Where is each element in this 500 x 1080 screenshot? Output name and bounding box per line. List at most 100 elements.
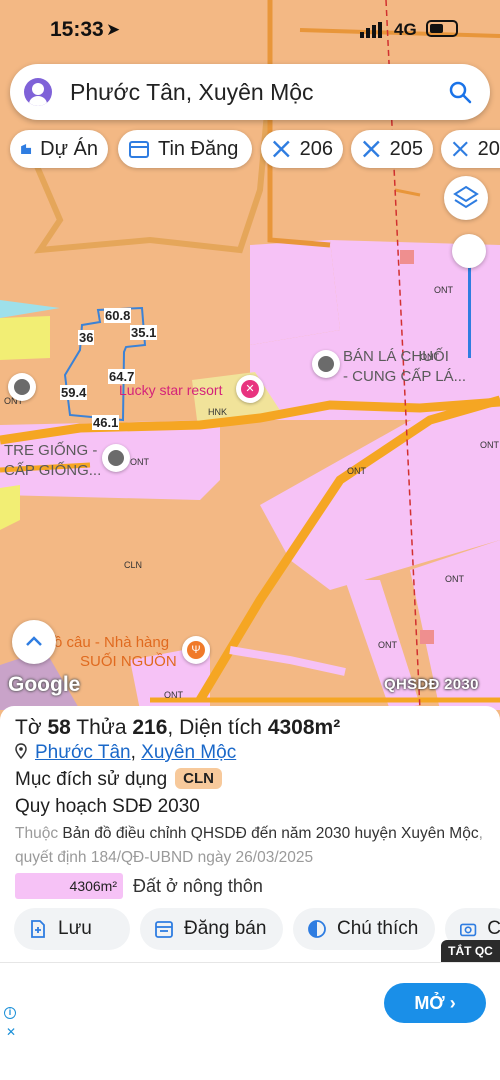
chip-label: Dự Án (40, 137, 98, 160)
signal-icon (360, 22, 382, 38)
calendar-icon (155, 921, 173, 938)
location-arrow-icon: ➤ (106, 20, 121, 39)
chip-206[interactable]: 206 (261, 130, 343, 168)
sheet-number: 58 (47, 716, 71, 739)
poi-label: - CUNG CẤP LÁ... (343, 368, 467, 385)
title-parcel-word: Thửa (76, 716, 127, 739)
filter-chips: Dự Án Tin Đăng 206 205 204 (10, 130, 500, 168)
poi-label: CẤP GIỐNG... (4, 462, 102, 479)
plan-description: Thuộc Bản đồ điều chỉnh QHSDĐ đến năm 20… (15, 822, 485, 870)
land-use-purpose: Mục đích sử dụng CLN (15, 768, 222, 791)
zone-label: ONT (434, 285, 453, 295)
parcel-dim: 60.8 (104, 308, 132, 323)
cocktail-icon: ✕ (241, 380, 259, 398)
camera-icon (460, 923, 477, 937)
action-label: Đăng bán (184, 918, 267, 939)
plan-layer-label: QHSDĐ 2030 (384, 676, 479, 693)
hide-ad-button[interactable]: TẮT QC (441, 940, 500, 962)
purpose-label: Mục đích sử dụng (15, 769, 168, 790)
parcel-location: Phước Tân, Xuyên Mộc (15, 742, 236, 764)
legend-row: 4306m² Đất ở nông thôn (15, 873, 263, 899)
ruler-icon (272, 140, 290, 158)
title-area-word: Diện tích (179, 716, 262, 739)
zone-residential (250, 240, 340, 345)
chip-tin-dang[interactable]: Tin Đăng (118, 130, 252, 168)
parcel-dim: 59.4 (60, 385, 88, 400)
action-label: C (487, 918, 500, 939)
restaurant-marker[interactable]: Ψ (182, 636, 210, 664)
parcel-dim: 46.1 (92, 415, 120, 430)
parcel-title: Tờ 58 Thửa 216, Diện tích 4308m² (15, 716, 341, 739)
plan-title: Quy hoạch SDĐ 2030 (15, 796, 200, 817)
network-type: 4G (394, 20, 417, 39)
building-icon (21, 144, 32, 154)
zone-yellow (0, 485, 20, 530)
zone-label: ONT (347, 466, 366, 476)
poi-label: SUỐI NGUỒN (80, 653, 177, 670)
search-bar[interactable]: Phước Tân, Xuyên Mộc (10, 64, 490, 120)
desc-document: Bản đồ điều chỉnh QHSDĐ đến năm 2030 huy… (62, 825, 479, 842)
chip-du-an[interactable]: Dự Án (10, 130, 108, 168)
search-input[interactable]: Phước Tân, Xuyên Mộc (70, 79, 314, 106)
zone-label: ONT (164, 690, 183, 700)
poi-label: ồ câu - Nhà hàng (54, 634, 170, 651)
parcel-number: 216 (132, 716, 168, 739)
ad-open-button[interactable]: MỞ › (384, 983, 486, 1023)
chip-204[interactable]: 204 (441, 130, 500, 168)
opacity-slider-handle[interactable] (452, 234, 486, 268)
ward-link[interactable]: Phước Tân (35, 742, 131, 763)
poi-label: BÁN LÁ CHUỐI (343, 348, 449, 365)
post-sale-button[interactable]: Đăng bán (140, 908, 283, 950)
poi-marker[interactable] (102, 444, 130, 472)
zone-label: HNK (208, 407, 228, 417)
chip-label: Tin Đăng (158, 137, 239, 160)
save-button[interactable]: Lưu (14, 908, 130, 950)
action-buttons: Lưu Đăng bán Chú thích C (14, 908, 500, 950)
legend-button[interactable]: Chú thích (293, 908, 435, 950)
zone-water (0, 300, 60, 318)
parcel-area: 4308m² (267, 716, 341, 739)
fork-knife-icon: Ψ (187, 641, 205, 659)
desc-prefix: Thuộc (15, 825, 59, 842)
expand-panel-button[interactable] (12, 620, 56, 664)
zone-label: ONT (480, 440, 499, 450)
half-circle-icon (308, 920, 326, 938)
poi-marker[interactable] (312, 350, 340, 378)
status-bar: 15:33 ➤ 4G (0, 0, 500, 60)
listing-icon (129, 141, 149, 158)
zone-label: ONT (445, 574, 464, 584)
ruler-icon (362, 140, 380, 158)
chevron-up-icon (26, 636, 42, 646)
close-icon[interactable]: ✕ (6, 1025, 16, 1039)
action-label: Lưu (58, 918, 92, 939)
layers-icon (453, 185, 479, 209)
add-file-icon (31, 920, 45, 938)
poi-label: TRE GIỐNG - (4, 442, 98, 459)
parcel-dim: 35.1 (130, 325, 158, 340)
avatar[interactable] (24, 78, 52, 106)
purpose-badge: CLN (175, 768, 222, 789)
chip-label: 204 (477, 137, 500, 160)
poi-marker[interactable] (8, 373, 36, 401)
ruler-icon (452, 141, 468, 157)
clock: 15:33 (50, 18, 104, 41)
district-link[interactable]: Xuyên Mộc (141, 742, 236, 763)
legend-swatch: 4306m² (15, 873, 123, 899)
info-icon[interactable]: i (4, 1007, 16, 1019)
layers-button[interactable] (444, 176, 488, 220)
zone-label: ONT (378, 640, 397, 650)
google-logo: Google (8, 673, 81, 696)
location-pin-icon (15, 743, 27, 759)
chip-205[interactable]: 205 (351, 130, 433, 168)
ad-open-label: MỞ (414, 992, 445, 1013)
resort-marker[interactable]: ✕ (236, 375, 264, 403)
action-label: Chú thích (337, 918, 419, 939)
zone-yellow (0, 316, 50, 360)
chip-label: 205 (389, 137, 423, 160)
title-sheet-word: Tờ (15, 716, 42, 739)
zone-label: ONT (130, 457, 149, 467)
search-icon[interactable] (448, 80, 472, 104)
battery-icon (426, 20, 458, 37)
legend-label: Đất ở nông thôn (133, 875, 263, 896)
ad-banner[interactable]: i ✕ MỞ › (0, 962, 500, 1080)
